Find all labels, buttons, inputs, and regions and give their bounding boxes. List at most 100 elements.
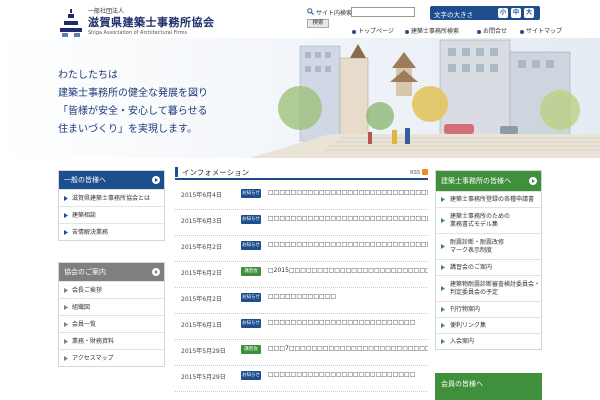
association-menu-header[interactable]: 協会のご案内 xyxy=(59,263,164,281)
search-icon xyxy=(307,8,314,15)
news-category-badge: 講習会 xyxy=(241,267,261,276)
chevron-right-icon xyxy=(64,305,68,310)
information-section: インフォメーション RSS 2015年6月4日 お知らせ □□□□□□□□□□□□□… xyxy=(175,164,428,400)
side-item-label: 建築士事務所のための 業務書式モデル集 xyxy=(450,212,511,228)
nav-top[interactable]: トップページ xyxy=(352,26,394,36)
side-item-consultation[interactable]: 建築相談 xyxy=(59,206,164,223)
side-item-access-map[interactable]: アクセスマップ xyxy=(59,349,164,366)
side-item-financial[interactable]: 業務・財務資料 xyxy=(59,332,164,349)
nav-bullet-icon xyxy=(405,29,409,34)
news-category-badge: お知らせ xyxy=(241,293,261,302)
news-title-link[interactable]: □□□7□□□□□□□□□□□□□□□□□□□□□□□□□□□□□□□□□□□□… xyxy=(268,344,428,353)
side-item-label: 耐震診断・耐震改修 マーク表示制度 xyxy=(450,238,505,254)
side-item-label: 入会案内 xyxy=(450,337,475,345)
news-item[interactable]: 2015年6月3日 お知らせ □□□□□□□□□□□□□□□□□□□□□□□□□□□… xyxy=(175,210,428,236)
chevron-right-icon xyxy=(441,286,445,291)
news-title-link[interactable]: □□□□□□□□□□□□□□□□□□□□□□□□□□ xyxy=(268,370,428,379)
hero-banner: わたしたちは 建築士事務所の健全な発展を図り 「皆様が安全・安心して暮らせる 住… xyxy=(0,38,600,158)
public-menu: 一般の皆様へ 滋賀県建築士事務所協会とは 建築相談 苦情解決業務 xyxy=(58,170,165,241)
nav-label: トップページ xyxy=(358,28,394,35)
association-menu-title: 協会のご案内 xyxy=(64,268,106,276)
side-item-seismic-mark[interactable]: 耐震診断・耐震改修 マーク表示制度 xyxy=(436,233,541,259)
logo-mark-icon xyxy=(60,9,82,37)
chevron-right-icon xyxy=(64,230,68,235)
side-item-seismic-committee[interactable]: 建築物耐震診断審査検討委員会・ 判定委員会の予定 xyxy=(436,275,541,301)
side-item-registration-forms[interactable]: 建築士事務所登録の各種申請書 xyxy=(436,191,541,207)
news-title-link[interactable]: □2015□□□□□□□□□□□□□□□□□□□□□□□□□□□□□□□□□□□… xyxy=(268,266,428,275)
title-accent-bar xyxy=(175,167,178,177)
rss-icon[interactable] xyxy=(422,169,428,175)
side-item-label: 便利リンク集 xyxy=(450,321,487,329)
news-title-link[interactable]: □□□□□□□□□□□□□□□□□□□□□□□□□□ xyxy=(268,318,428,327)
side-item-org-chart[interactable]: 組織図 xyxy=(59,298,164,315)
hero-tagline-4: 住まいづくり」を実現します。 xyxy=(58,124,197,135)
nav-bullet-icon xyxy=(477,29,481,34)
offices-menu-header[interactable]: 建築士事務所の皆様へ xyxy=(436,171,541,191)
side-item-publications[interactable]: 刊行物案内 xyxy=(436,301,541,317)
font-size-control: 文字の大きさ 小 中 大 xyxy=(430,6,540,20)
logo-title: 滋賀県建築士事務所協会 xyxy=(88,16,215,29)
nav-office-search[interactable]: 建築士事務所検索 xyxy=(405,26,459,36)
news-item[interactable]: 2015年6月1日 お知らせ □□□□□□□□□□□□□□□□□□□□□□□□□□ xyxy=(175,314,428,340)
news-title-link[interactable]: □□□□□□□□□□□□□□□□□□□□□□□□□□□□□□□□□ xyxy=(268,188,428,197)
members-menu-header[interactable]: 会員の皆様へ xyxy=(435,373,542,400)
public-menu-title: 一般の皆様へ xyxy=(64,176,106,184)
side-item-about[interactable]: 滋賀県建築士事務所協会とは xyxy=(59,189,164,206)
rss-link[interactable]: RSS xyxy=(410,170,420,176)
news-category-badge: お知らせ xyxy=(241,241,261,250)
news-item[interactable]: 2015年6月2日 お知らせ □□□□□□□□□□□□ xyxy=(175,288,428,314)
side-item-greeting[interactable]: 会長ご挨拶 xyxy=(59,281,164,298)
chevron-right-icon xyxy=(64,322,68,327)
side-item-complaints[interactable]: 苦情解決業務 xyxy=(59,223,164,240)
news-date: 2015年5月29日 xyxy=(181,348,226,355)
public-menu-header[interactable]: 一般の皆様へ xyxy=(59,171,164,189)
news-item[interactable]: 2015年6月2日 講習会 □2015□□□□□□□□□□□□□□□□□□□□□□□… xyxy=(175,262,428,288)
font-size-large-button[interactable]: 大 xyxy=(524,8,534,18)
side-item-label: 建築士事務所登録の各種申請書 xyxy=(450,195,535,203)
nav-sitemap[interactable]: サイトマップ xyxy=(520,26,562,36)
chevron-right-icon xyxy=(64,356,68,361)
font-size-small-button[interactable]: 小 xyxy=(498,8,508,18)
side-item-label: 刊行物案内 xyxy=(450,305,481,313)
search-input[interactable] xyxy=(351,7,415,17)
news-title-link[interactable]: □□□□□□□□□□□□□□□□□□□□□□□□□□□□□□□□□ xyxy=(268,240,428,249)
side-item-links[interactable]: 便利リンク集 xyxy=(436,317,541,333)
news-date: 2015年6月2日 xyxy=(181,244,222,251)
side-item-business-forms[interactable]: 建築士事務所のための 業務書式モデル集 xyxy=(436,207,541,233)
hero-tagline-2: 建築士事務所の健全な発展を図り xyxy=(58,88,208,99)
site-logo[interactable]: 一般社団法人 滋賀県建築士事務所協会 Shiga Association of … xyxy=(58,6,258,42)
arrow-right-icon xyxy=(529,177,537,185)
chevron-right-icon xyxy=(64,339,68,344)
side-item-label: 業務・財務資料 xyxy=(72,338,115,345)
chevron-right-icon xyxy=(441,265,445,270)
side-item-members[interactable]: 会員一覧 xyxy=(59,315,164,332)
nav-label: サイトマップ xyxy=(526,28,563,35)
nav-contact[interactable]: お問合せ xyxy=(477,26,507,36)
logo-english: Shiga Association of Architectural Firms xyxy=(88,30,188,36)
side-item-membership[interactable]: 入会案内 xyxy=(436,333,541,349)
chevron-right-icon xyxy=(64,213,68,218)
news-category-badge: 講習会 xyxy=(241,345,261,354)
news-title-link[interactable]: □□□□□□□□□□□□□□□□□□□□□□□□□□□□□□□□□□□□□□□□… xyxy=(268,214,428,223)
news-item[interactable]: 2015年6月4日 お知らせ □□□□□□□□□□□□□□□□□□□□□□□□□□□… xyxy=(175,184,428,210)
search-button[interactable]: 検索 xyxy=(307,19,329,28)
font-size-medium-button[interactable]: 中 xyxy=(511,8,521,18)
side-item-lectures[interactable]: 講習会のご案内 xyxy=(436,259,541,275)
news-title-link[interactable]: □□□□□□□□□□□□ xyxy=(268,292,428,301)
site-search: サイト内検索 検索 xyxy=(307,7,432,28)
news-category-badge: お知らせ xyxy=(241,371,261,380)
information-title: インフォメーション xyxy=(182,168,250,177)
news-category-badge: お知らせ xyxy=(241,319,261,328)
arrow-right-icon xyxy=(152,268,160,276)
news-item[interactable]: 2015年5月29日 お知らせ □□□□□□□□□□□□□□□□□□□□□□□□□□ xyxy=(175,366,428,392)
offices-menu: 建築士事務所の皆様へ 建築士事務所登録の各種申請書建築士事務所のための 業務書式… xyxy=(435,170,542,350)
news-item[interactable]: 2015年6月2日 お知らせ □□□□□□□□□□□□□□□□□□□□□□□□□□□… xyxy=(175,236,428,262)
information-header: インフォメーション RSS xyxy=(175,164,428,180)
font-size-label: 文字の大きさ xyxy=(434,11,473,19)
members-menu-title: 会員の皆様へ xyxy=(441,380,483,388)
side-item-label: 滋賀県建築士事務所協会とは xyxy=(72,195,151,202)
arrow-right-icon xyxy=(152,176,160,184)
nav-bullet-icon xyxy=(520,29,524,34)
chevron-right-icon xyxy=(441,244,445,249)
news-item[interactable]: 2015年5月29日 講習会 □□□7□□□□□□□□□□□□□□□□□□□□□□□… xyxy=(175,340,428,366)
